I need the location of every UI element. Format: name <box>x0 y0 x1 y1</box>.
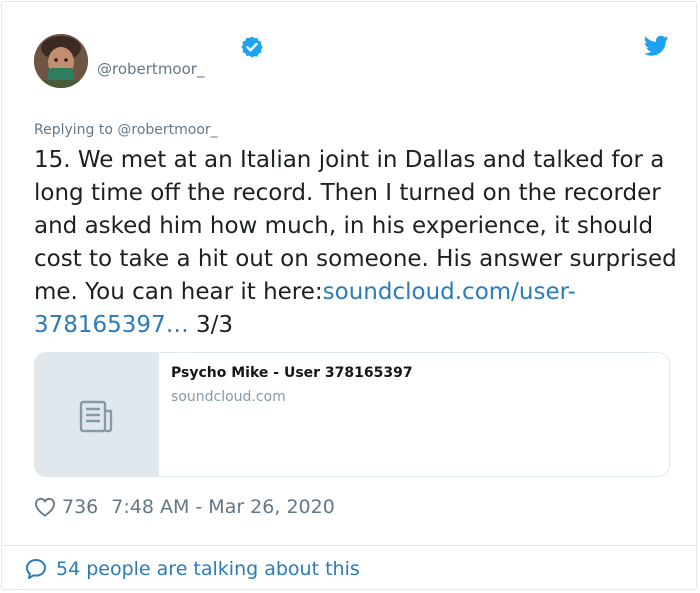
article-icon <box>79 400 113 432</box>
thread-counter: 3/3 <box>188 312 234 338</box>
link-card-domain: soundcloud.com <box>171 389 286 405</box>
tweet-card: @robertmoor_ Replying to @robertmoor_ 15… <box>1 1 697 590</box>
heart-icon[interactable] <box>34 497 56 517</box>
user-handle[interactable]: @robertmoor_ <box>97 60 204 78</box>
replying-to: Replying to @robertmoor_ <box>34 122 218 138</box>
link-preview-card[interactable]: Psycho Mike - User 378165397 soundcloud.… <box>34 352 670 477</box>
link-card-title: Psycho Mike - User 378165397 <box>171 365 413 381</box>
verified-icon <box>241 36 263 58</box>
tweet-meta: 736 7:48 AM - Mar 26, 2020 <box>34 494 335 520</box>
conversation-link[interactable]: 54 people are talking about this <box>24 557 360 581</box>
link-thumbnail <box>35 353 159 476</box>
tweet-text: 15. We met at an Italian joint in Dallas… <box>34 144 679 342</box>
speech-bubble-icon <box>26 559 46 579</box>
like-count: 736 <box>62 496 99 518</box>
divider <box>2 545 696 546</box>
twitter-bird-icon[interactable] <box>644 35 669 57</box>
timestamp[interactable]: 7:48 AM - Mar 26, 2020 <box>111 496 335 518</box>
avatar[interactable] <box>34 34 88 88</box>
talking-label: 54 people are talking about this <box>56 558 360 580</box>
